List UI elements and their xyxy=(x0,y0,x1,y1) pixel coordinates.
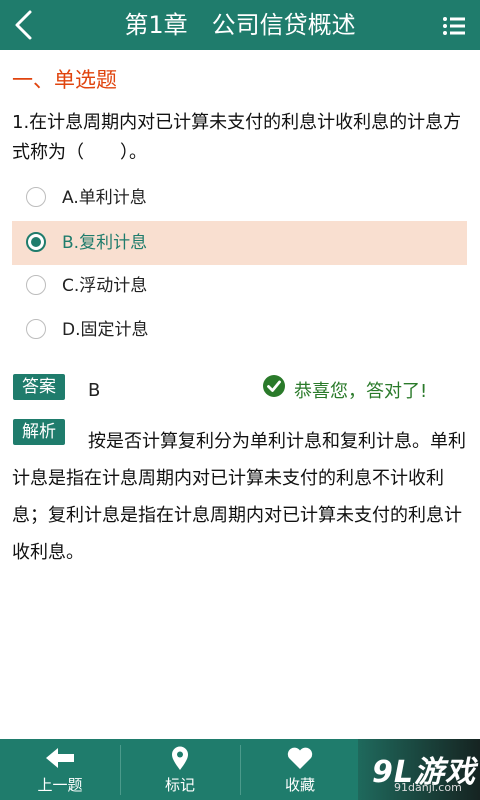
menu-button[interactable] xyxy=(438,9,470,41)
option-label: A.单利计息 xyxy=(62,188,147,208)
nav-label: 标记 xyxy=(164,776,195,794)
radio-button[interactable] xyxy=(26,319,46,339)
map-pin-icon xyxy=(172,746,188,770)
check-circle-icon xyxy=(263,375,285,397)
section-title: 一、单选题 xyxy=(12,68,117,92)
top-bar: 第1章 公司信贷概述 xyxy=(0,0,480,50)
option-a[interactable]: A.单利计息 xyxy=(12,176,467,220)
heart-icon xyxy=(287,747,313,769)
menu-icon xyxy=(443,17,465,35)
option-b[interactable]: B.复利计息 xyxy=(12,221,467,265)
favorite-button[interactable]: 收藏 xyxy=(240,739,360,800)
watermark-site: 91danji.com xyxy=(394,781,462,794)
option-c[interactable]: C.浮动计息 xyxy=(12,264,467,308)
page-title: 第1章 公司信贷概述 xyxy=(124,11,356,39)
arrow-left-icon xyxy=(46,748,74,768)
answer-value: B xyxy=(88,380,101,401)
nav-label: 上一题 xyxy=(37,776,83,794)
question-text: 1.在计息周期内对已计算未支付的利息计收利息的计息方式称为（ ）。 xyxy=(12,112,462,163)
answer-tag: 答案 xyxy=(13,374,65,400)
prev-question-button[interactable]: 上一题 xyxy=(0,739,120,800)
result-message: 恭喜您，答对了! xyxy=(294,381,428,402)
radio-button-selected[interactable] xyxy=(26,232,46,252)
mark-button[interactable]: 标记 xyxy=(120,739,240,800)
option-d[interactable]: D.固定计息 xyxy=(12,308,467,352)
option-label: B.复利计息 xyxy=(62,233,148,253)
analysis-text: 按是否计算复利分为单利计息和复利计息。单利计息是指在计息周期内对已计算未支付的利… xyxy=(12,431,466,563)
radio-button[interactable] xyxy=(26,187,46,207)
nav-label: 收藏 xyxy=(284,776,315,794)
radio-button[interactable] xyxy=(26,275,46,295)
option-label: C.浮动计息 xyxy=(62,276,148,296)
option-label: D.固定计息 xyxy=(62,320,149,340)
